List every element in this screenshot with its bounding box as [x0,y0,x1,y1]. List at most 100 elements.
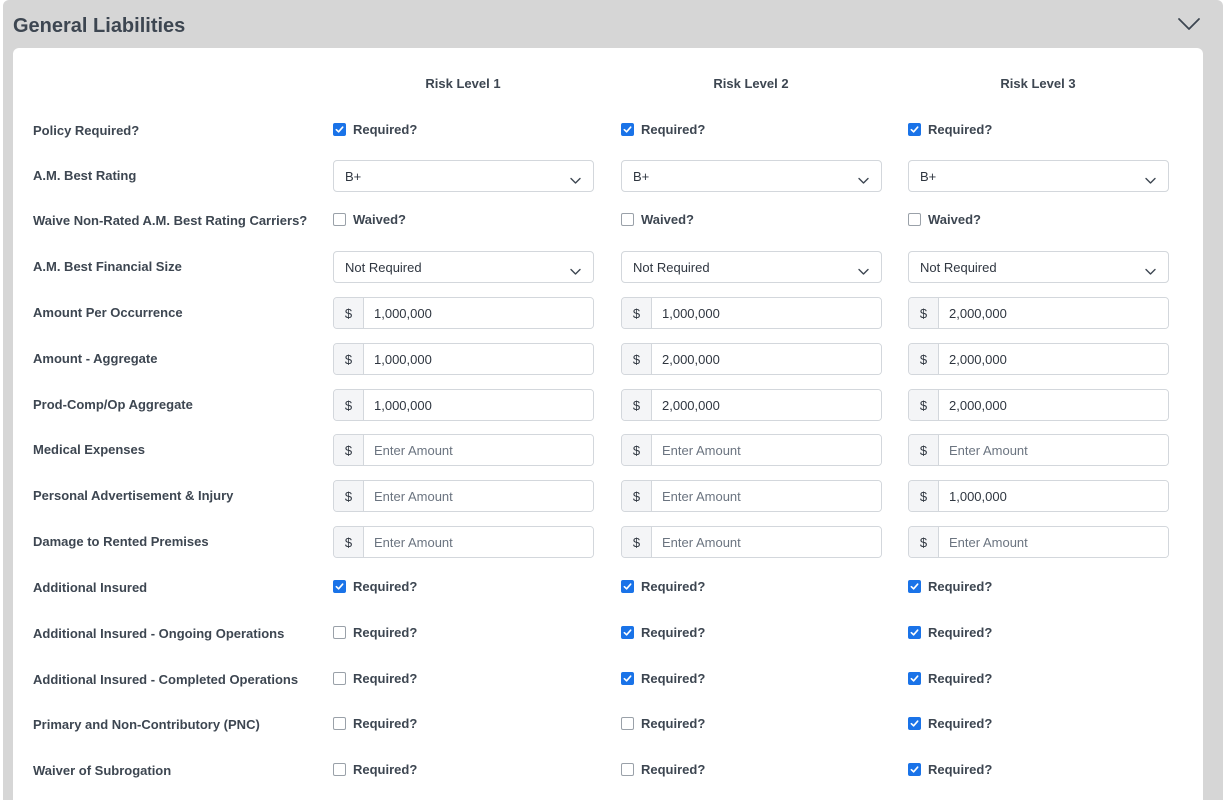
checkbox-checked-icon[interactable] [908,123,921,136]
amount-aggregate-field-level-3: $ [908,343,1169,375]
policy-required-checkbox-level-2[interactable]: Required? [621,122,705,137]
amount-per-occurrence-input-level-3[interactable] [939,298,1168,328]
checkbox-unchecked-icon[interactable] [333,763,346,776]
checkbox-label: Required? [353,762,418,777]
checkbox-checked-icon[interactable] [621,123,634,136]
waiver-subrogation-checkbox-level-2[interactable]: Required? [621,762,705,777]
amount-aggregate-input-level-1[interactable] [364,344,593,374]
medical-expenses-input-level-2[interactable] [652,435,881,465]
checkbox-label: Required? [641,579,706,594]
checkbox-unchecked-icon[interactable] [333,717,346,730]
checkbox-label: Waived? [641,212,694,227]
select-value: Not Required [920,260,997,275]
ai-ongoing-operations-checkbox-level-3[interactable]: Required? [908,625,992,640]
primary-noncontributory-checkbox-level-1[interactable]: Required? [333,716,417,731]
ai-completed-operations-checkbox-level-3[interactable]: Required? [908,671,992,686]
checkbox-unchecked-icon[interactable] [333,672,346,685]
prod-comp-op-aggregate-input-level-3[interactable] [939,390,1168,420]
personal-advertisement-injury-input-level-2[interactable] [652,481,881,511]
checkbox-checked-icon[interactable] [621,672,634,685]
checkbox-checked-icon[interactable] [908,626,921,639]
row-label-prod-comp-op-aggregate: Prod-Comp/Op Aggregate [33,397,193,412]
am-best-rating-select-level-2[interactable]: B+ [621,160,882,192]
chevron-down-icon [570,172,581,184]
dollar-prefix: $ [334,390,364,420]
ai-ongoing-operations-checkbox-level-2[interactable]: Required? [621,625,705,640]
ai-ongoing-operations-checkbox-level-1[interactable]: Required? [333,625,417,640]
checkbox-label: Required? [928,671,993,686]
amount-aggregate-input-level-2[interactable] [652,344,881,374]
checkbox-unchecked-icon[interactable] [621,717,634,730]
primary-noncontributory-checkbox-level-3[interactable]: Required? [908,716,992,731]
additional-insured-checkbox-level-2[interactable]: Required? [621,579,705,594]
waive-nonrated-checkbox-level-3[interactable]: Waived? [908,212,981,227]
ai-completed-operations-checkbox-level-2[interactable]: Required? [621,671,705,686]
row-label-waiver-subrogation: Waiver of Subrogation [33,763,172,778]
checkbox-checked-icon[interactable] [908,763,921,776]
checkbox-unchecked-icon[interactable] [908,213,921,226]
checkbox-checked-icon[interactable] [333,123,346,136]
prod-comp-op-aggregate-input-level-2[interactable] [652,390,881,420]
am-best-rating-select-level-1[interactable]: B+ [333,160,594,192]
amount-per-occurrence-input-level-2[interactable] [652,298,881,328]
am-best-financial-size-select-level-2[interactable]: Not Required [621,251,882,283]
checkbox-checked-icon[interactable] [621,580,634,593]
additional-insured-checkbox-level-1[interactable]: Required? [333,579,417,594]
medical-expenses-input-level-3[interactable] [939,435,1168,465]
checkbox-checked-icon[interactable] [333,580,346,593]
general-liabilities-panel: General Liabilities Risk Level 1 Risk Le… [3,0,1223,808]
amount-per-occurrence-input-level-1[interactable] [364,298,593,328]
checkbox-unchecked-icon[interactable] [621,213,634,226]
checkbox-label: Required? [928,762,993,777]
checkbox-unchecked-icon[interactable] [333,213,346,226]
collapse-chevron-icon[interactable] [1177,16,1201,32]
amount-per-occurrence-field-level-1: $ [333,297,594,329]
waiver-subrogation-checkbox-level-1[interactable]: Required? [333,762,417,777]
checkbox-label: Required? [928,716,993,731]
am-best-financial-size-select-level-1[interactable]: Not Required [333,251,594,283]
checkbox-label: Required? [641,762,706,777]
dollar-prefix: $ [334,481,364,511]
personal-advertisement-injury-input-level-1[interactable] [364,481,593,511]
amount-aggregate-field-level-2: $ [621,343,882,375]
checkbox-label: Required? [928,579,993,594]
row-label-personal-advertisement-injury: Personal Advertisement & Injury [33,488,234,503]
chevron-down-icon [570,263,581,275]
primary-noncontributory-checkbox-level-2[interactable]: Required? [621,716,705,731]
damage-rented-premises-input-level-1[interactable] [364,527,593,557]
policy-required-checkbox-level-3[interactable]: Required? [908,122,992,137]
row-label-policy-required: Policy Required? [33,123,140,138]
personal-advertisement-injury-input-level-3[interactable] [939,481,1168,511]
checkbox-unchecked-icon[interactable] [621,763,634,776]
checkbox-label: Waived? [353,212,406,227]
checkbox-checked-icon[interactable] [621,626,634,639]
row-label-additional-insured: Additional Insured [33,580,148,595]
amount-aggregate-field-level-1: $ [333,343,594,375]
am-best-rating-select-level-3[interactable]: B+ [908,160,1169,192]
row-label-amount-aggregate: Amount - Aggregate [33,351,158,366]
damage-rented-premises-input-level-2[interactable] [652,527,881,557]
checkbox-checked-icon[interactable] [908,672,921,685]
row-label-am-best-rating: A.M. Best Rating [33,168,137,183]
checkbox-checked-icon[interactable] [908,717,921,730]
ai-completed-operations-checkbox-level-1[interactable]: Required? [333,671,417,686]
am-best-financial-size-select-level-3[interactable]: Not Required [908,251,1169,283]
waive-nonrated-checkbox-level-2[interactable]: Waived? [621,212,694,227]
damage-rented-premises-field-level-1: $ [333,526,594,558]
dollar-prefix: $ [334,435,364,465]
additional-insured-checkbox-level-3[interactable]: Required? [908,579,992,594]
checkbox-checked-icon[interactable] [908,580,921,593]
waive-nonrated-checkbox-level-1[interactable]: Waived? [333,212,406,227]
damage-rented-premises-field-level-2: $ [621,526,882,558]
policy-required-checkbox-level-1[interactable]: Required? [333,122,417,137]
dollar-prefix: $ [622,344,652,374]
medical-expenses-input-level-1[interactable] [364,435,593,465]
prod-comp-op-aggregate-input-level-1[interactable] [364,390,593,420]
select-value: Not Required [633,260,710,275]
checkbox-unchecked-icon[interactable] [333,626,346,639]
medical-expenses-field-level-3: $ [908,434,1169,466]
damage-rented-premises-input-level-3[interactable] [939,527,1168,557]
row-label-amount-per-occurrence: Amount Per Occurrence [33,305,183,320]
amount-aggregate-input-level-3[interactable] [939,344,1168,374]
waiver-subrogation-checkbox-level-3[interactable]: Required? [908,762,992,777]
